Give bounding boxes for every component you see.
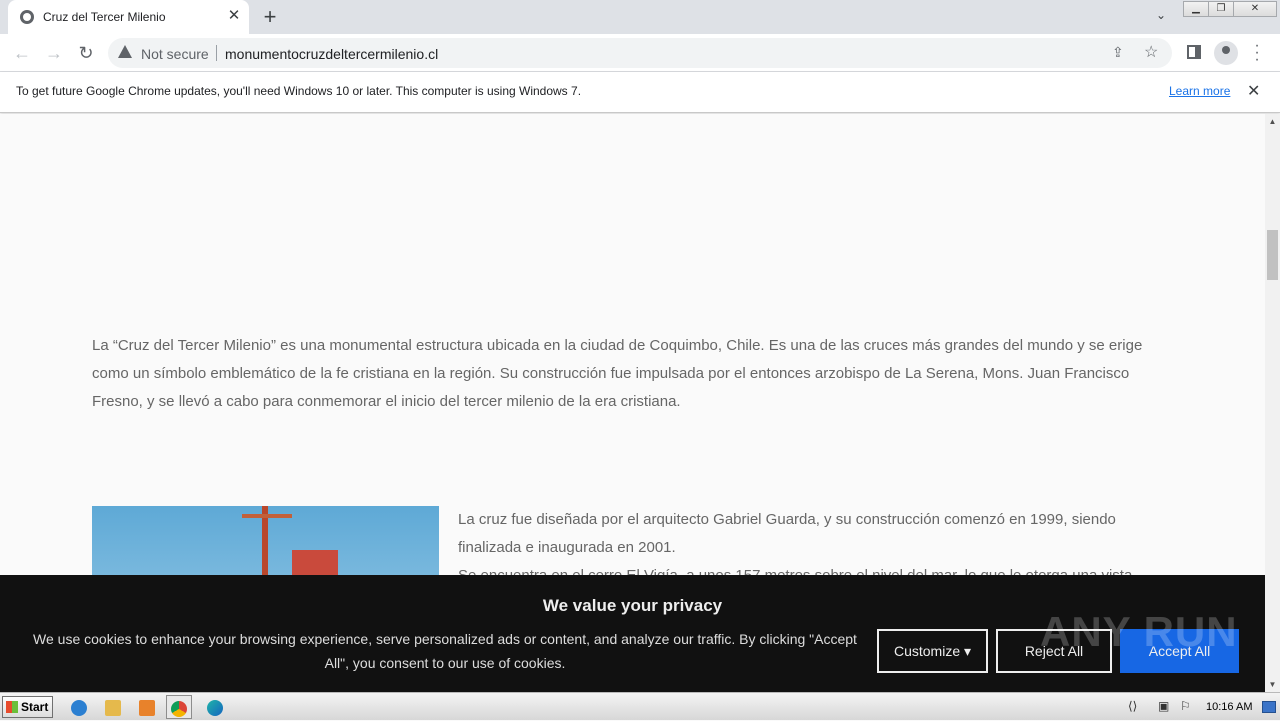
start-label: Start [21,700,49,714]
browser-toolbar: ← → ↻ Not secure monumentocruzdeltercerm… [0,34,1280,72]
star-icon[interactable]: ☆ [1144,42,1158,62]
scroll-down-icon[interactable]: ▼ [1265,677,1280,692]
window-close-button[interactable]: ✕ [1233,1,1277,17]
intro-paragraph: La “Cruz del Tercer Milenio” es una monu… [92,337,1143,410]
warning-icon[interactable] [118,45,132,58]
address-divider [216,45,217,61]
system-tray: ⟨⟩ ▣ ⚐ [1124,693,1280,721]
action-center-flag-icon[interactable]: ⚐ [1180,699,1191,713]
internet-explorer-icon[interactable] [66,695,92,719]
file-explorer-icon[interactable] [100,695,126,719]
globe-icon [20,10,34,24]
forward-arrow-icon[interactable]: → [40,39,68,67]
customize-button[interactable]: Customize ▾ [877,629,988,673]
page-scrollbar[interactable]: ▲ ▼ [1265,114,1280,692]
browser-tab[interactable]: Cruz del Tercer Milenio ✕ [8,0,249,34]
taskbar-clock[interactable]: 10:16 AM [1206,701,1252,713]
cookie-text: We use cookies to enhance your browsing … [33,631,857,671]
chevron-down-icon[interactable]: ⌄ [1151,8,1171,26]
infobar-message: To get future Google Chrome updates, you… [16,84,582,98]
show-desktop-icon[interactable] [1262,701,1276,713]
security-label[interactable]: Not secure [141,46,209,62]
url-text[interactable]: monumentocruzdeltercermilenio.cl [225,46,438,62]
minimize-button[interactable]: ▁ [1183,1,1209,17]
side-panel-icon[interactable] [1187,45,1201,59]
tray-arrows-icon[interactable]: ⟨⟩ [1128,699,1137,713]
reload-icon[interactable]: ↻ [72,39,100,67]
share-icon[interactable]: ⇪ [1112,44,1124,61]
learn-more-link[interactable]: Learn more [1169,84,1230,98]
network-icon[interactable]: ▣ [1158,699,1169,713]
back-arrow-icon[interactable]: ← [8,39,36,67]
media-player-icon[interactable] [134,695,160,719]
edge-icon[interactable] [202,695,228,719]
crane-shape [262,506,268,586]
scroll-up-icon[interactable]: ▲ [1265,114,1280,129]
kebab-menu-icon[interactable]: · · · [1252,38,1262,68]
windows-logo-icon [6,701,18,713]
windows-taskbar: Start ⟨⟩ ▣ ⚐ 10:16 AM [0,692,1280,720]
address-bar[interactable]: Not secure monumentocruzdeltercermilenio… [108,38,1172,68]
crane-arm-shape [242,514,292,518]
anyrun-watermark-logo: ANY RUN [1040,608,1238,655]
new-tab-button[interactable]: + [258,5,282,29]
profile-icon[interactable] [1214,41,1238,65]
restore-button[interactable]: ❐ [1208,1,1234,17]
tab-title: Cruz del Tercer Milenio [43,10,166,24]
close-icon[interactable]: ✕ [1247,81,1260,101]
close-icon[interactable]: ✕ [226,7,242,25]
start-button[interactable]: Start [2,696,53,718]
chrome-icon[interactable] [166,695,192,719]
tab-strip: Cruz del Tercer Milenio ✕ + ⌄ ▁ ❐ ✕ [0,0,1280,34]
update-infobar: To get future Google Chrome updates, you… [0,72,1280,113]
second-paragraph-line: La cruz fue diseñada por el arquitecto G… [458,511,1116,556]
scrollbar-thumb[interactable] [1267,230,1278,280]
